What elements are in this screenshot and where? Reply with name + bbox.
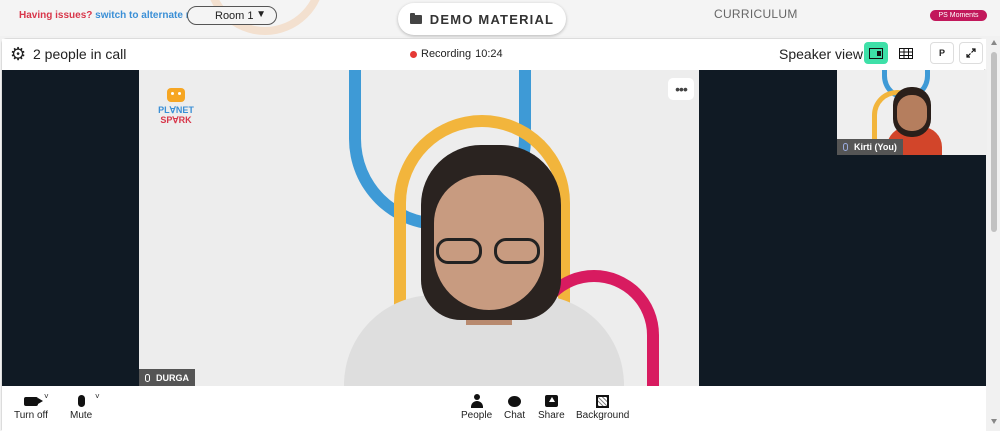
chevron-down-icon[interactable]: ˅	[95, 392, 100, 401]
microphone-icon	[77, 395, 85, 407]
chat-icon	[508, 395, 522, 407]
camera-icon	[23, 396, 43, 406]
caret-down-icon: ▼	[256, 9, 266, 20]
recording-indicator: Recording 10:24	[410, 48, 503, 60]
top-bar: Having issues? switch to alternate room …	[0, 0, 1000, 36]
mic-icon	[145, 373, 150, 382]
scroll-thumb[interactable]	[991, 52, 997, 232]
expand-icon	[966, 48, 976, 58]
grid-view-button[interactable]	[894, 42, 918, 64]
share-screen-icon	[544, 395, 558, 407]
video-stage: PL∀NET SP∀RK ••• DURGA Kirti (You)	[2, 70, 987, 386]
speaker-view-icon	[869, 47, 883, 59]
speaker-view-button[interactable]	[864, 42, 888, 64]
camera-button[interactable]: ˅ Turn off	[14, 392, 49, 421]
curriculum-tab[interactable]: CURRICULUM	[714, 7, 798, 21]
demo-material-button[interactable]: DEMO MATERIAL	[398, 3, 566, 35]
participant-name-tag: DURGA	[139, 369, 195, 386]
share-button[interactable]: Share	[538, 392, 565, 421]
call-toolbar: ˅ Turn off ˅ Mute People Chat Share Back…	[2, 386, 986, 431]
mute-label: Mute	[70, 410, 93, 421]
people-count: 2 people in call	[33, 46, 127, 62]
self-name-tag: Kirti (You)	[837, 139, 903, 155]
camera-label: Turn off	[14, 410, 48, 421]
record-dot-icon	[410, 50, 417, 58]
more-options-button[interactable]: •••	[668, 78, 694, 100]
logo-line-1: PL∀NET	[158, 105, 194, 115]
view-mode-label: Speaker view	[779, 46, 864, 62]
room-select[interactable]: Room 1 ▼	[187, 6, 277, 25]
gear-icon[interactable]: ⚙	[10, 45, 26, 63]
room-select-value: Room 1	[215, 9, 254, 22]
scroll-up-icon[interactable]	[991, 40, 997, 45]
participant-video	[314, 135, 624, 386]
recording-time: 10:24	[475, 48, 503, 60]
people-label: People	[461, 410, 493, 421]
issues-question: Having issues?	[19, 10, 93, 21]
p-button[interactable]: P	[930, 42, 954, 64]
recording-label: Recording	[421, 48, 472, 60]
chat-button[interactable]: Chat	[504, 392, 525, 421]
background-label: Background	[576, 410, 630, 421]
call-header: ⚙ 2 people in call Recording 10:24 Speak…	[2, 39, 986, 69]
demo-material-label: DEMO MATERIAL	[429, 11, 555, 27]
self-name: Kirti (You)	[854, 142, 897, 152]
background-icon	[596, 394, 610, 408]
grid-view-icon	[899, 47, 913, 59]
people-icon	[470, 394, 483, 408]
issues-notice: Having issues? switch to alternate room	[19, 10, 211, 21]
main-video-tile[interactable]: PL∀NET SP∀RK ••• DURGA	[139, 70, 699, 386]
call-window: ⚙ 2 people in call Recording 10:24 Speak…	[1, 38, 987, 431]
background-button[interactable]: Background	[576, 392, 629, 421]
people-button[interactable]: People	[461, 392, 492, 421]
ps-moments-label: PS Moments	[938, 12, 979, 19]
fullscreen-button[interactable]	[959, 42, 983, 64]
folder-icon	[409, 12, 422, 24]
ps-moments-button[interactable]: PS Moments	[930, 10, 987, 21]
robot-icon	[167, 88, 185, 102]
logo-line-2: SP∀RK	[160, 115, 192, 125]
chevron-down-icon[interactable]: ˅	[44, 392, 49, 401]
mic-icon	[843, 143, 848, 151]
participant-name: DURGA	[156, 372, 189, 383]
scroll-down-icon[interactable]	[991, 419, 997, 424]
page-scrollbar[interactable]	[988, 36, 1000, 430]
self-video-tile[interactable]: Kirti (You)	[837, 70, 987, 155]
planet-spark-logo: PL∀NET SP∀RK	[158, 88, 194, 125]
mute-button[interactable]: ˅ Mute	[70, 392, 100, 421]
share-label: Share	[538, 410, 565, 421]
chat-label: Chat	[504, 410, 526, 421]
